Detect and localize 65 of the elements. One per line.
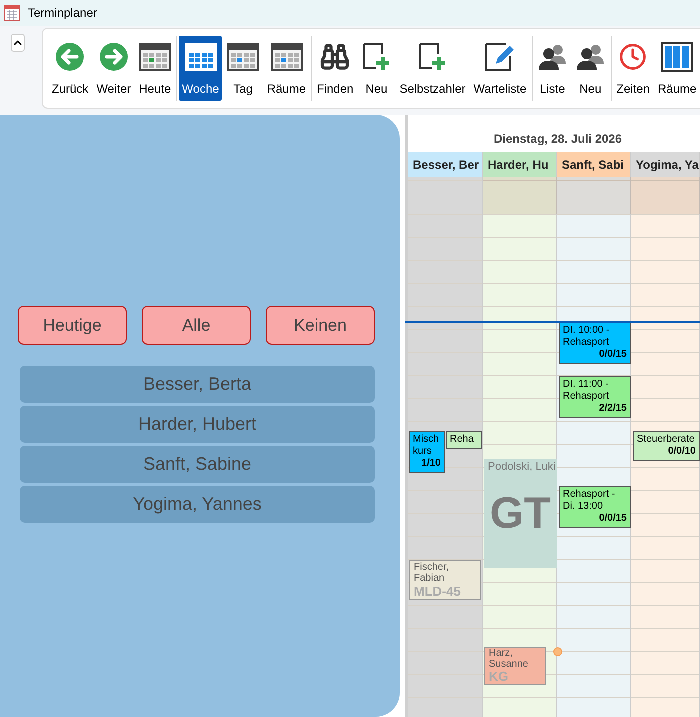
toolbar-button[interactable]: Liste [534, 36, 571, 101]
appointment-count: 1/10 [422, 458, 441, 470]
calendar-icon [139, 43, 172, 71]
arrow-left-icon [55, 42, 86, 72]
patient-appointment[interactable]: Fischer, Fabian MLD-45 [409, 560, 481, 600]
toolbar-button[interactable]: Zurück [49, 36, 92, 101]
appointment-card[interactable]: Reha [446, 431, 482, 449]
appointment-card[interactable]: DI. 10:00 - Rehasport 0/0/15 [559, 322, 631, 364]
toolbar-button[interactable]: Räume [264, 36, 309, 101]
window-title: Terminplaner [28, 5, 98, 22]
arrow-right-icon [98, 42, 129, 72]
appointment-count: 2/2/15 [599, 403, 627, 415]
appointment-title: DI. 11:00 - Rehasport [563, 379, 610, 403]
appointment-card[interactable]: Mischkurs 1/10 [409, 431, 445, 473]
toolbar-button[interactable]: Weiter [94, 36, 134, 101]
appointment-title: Mischkurs [413, 434, 440, 458]
column-header[interactable]: Harder, Hu [483, 152, 557, 177]
calendar-icon [270, 43, 303, 71]
block-code: GT [490, 492, 552, 536]
document-plus-icon [418, 42, 448, 72]
column-header[interactable]: Besser, Ber [408, 152, 483, 177]
calendar-icon [227, 43, 260, 71]
toolbar-button[interactable]: Warteliste [470, 36, 530, 101]
toolbar-button[interactable]: Heute [136, 36, 174, 101]
filter-button[interactable]: Keinen [266, 306, 375, 345]
appointment-title: DI. 10:00 - Rehasport [563, 325, 611, 349]
appointment-card[interactable]: Rehasport - Di. 13:00 0/0/15 [559, 486, 631, 528]
document-pencil-icon [484, 42, 516, 72]
alert-dot-icon [553, 647, 563, 657]
treatment-code: KG [489, 670, 508, 684]
toolbar-button[interactable]: Zeiten [614, 36, 654, 101]
column-header[interactable]: Sanft, Sabi [557, 152, 631, 177]
columns-icon [661, 42, 694, 72]
appointment-title: Steuerberate [637, 434, 696, 446]
binoculars-icon [320, 42, 350, 72]
patient-name: Fischer, Fabian [414, 562, 450, 584]
collapse-ribbon-button[interactable] [11, 34, 25, 52]
document-plus-icon [362, 42, 392, 72]
clock-icon [619, 43, 648, 71]
block-title: Podolski, Luki [487, 460, 557, 475]
people-icon [538, 42, 568, 72]
column-header[interactable]: Yogima, Ya [631, 152, 700, 177]
appointment-count: 0/0/10 [668, 446, 696, 458]
toolbar-button[interactable]: Neu [572, 36, 609, 101]
toolbar-button[interactable]: Räume [655, 36, 700, 101]
treatment-code: MLD-45 [414, 585, 461, 599]
toolbar-button[interactable]: Neu [358, 36, 395, 101]
toolbar-button[interactable]: Woche [179, 36, 222, 101]
toolbar-button[interactable]: Tag [224, 36, 262, 101]
appointment-title: Rehasport - Di. 13:00 [563, 489, 616, 513]
appointment-title: Reha [450, 434, 475, 446]
toolbar-button[interactable]: Selbstzahler [396, 36, 469, 101]
patient-appointment[interactable]: Harz, Susanne KG [484, 647, 546, 685]
appointment-card[interactable]: Steuerberate 0/0/10 [633, 431, 700, 461]
toolbar-button[interactable]: Finden [314, 36, 357, 101]
filter-button[interactable]: Alle [142, 306, 251, 345]
appointment-count: 0/0/15 [599, 513, 627, 525]
appointment-card[interactable]: DI. 11:00 - Rehasport 2/2/15 [559, 376, 631, 418]
filter-button[interactable]: Heutige [18, 306, 127, 345]
day-title: Dienstag, 28. Juli 2026 [492, 131, 624, 148]
patient-name: Harz, Susanne [489, 648, 527, 670]
calendar-icon [184, 43, 217, 71]
appointment-count: 0/0/15 [599, 349, 627, 361]
calendar-app-icon [4, 5, 20, 21]
people-icon [576, 42, 606, 72]
